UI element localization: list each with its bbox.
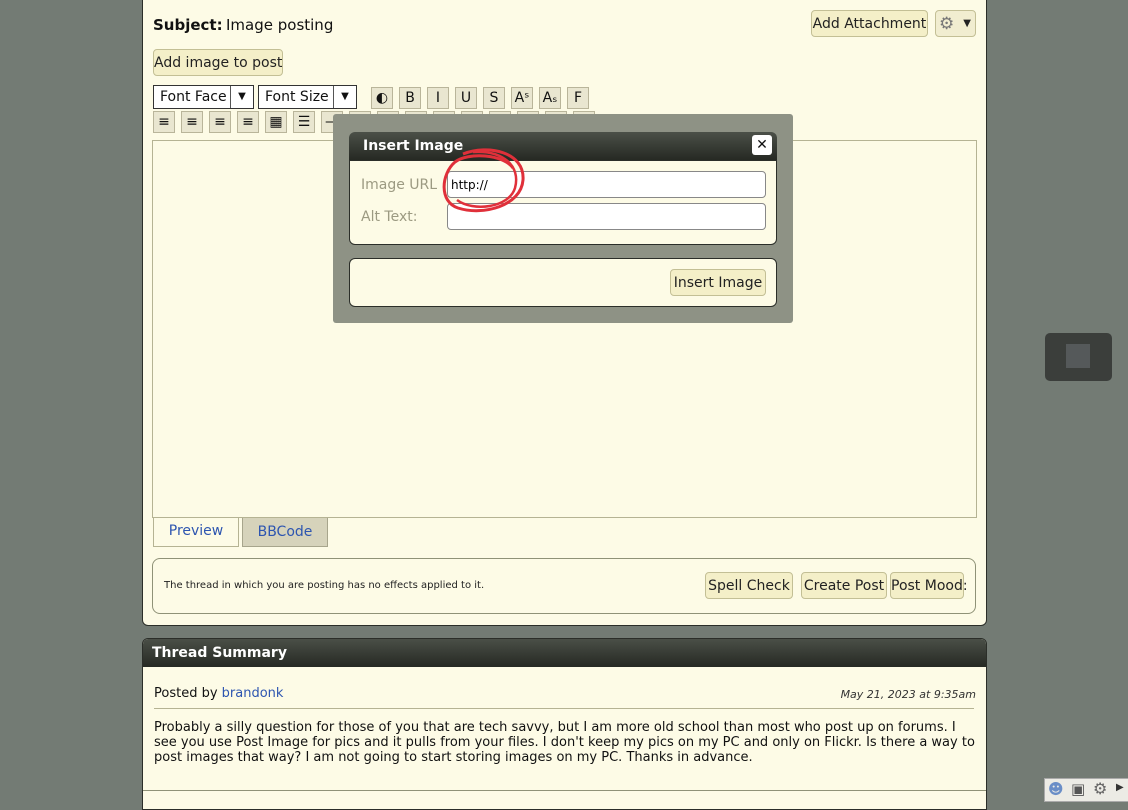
font-size-select[interactable]: Font Size ▼ <box>258 85 357 109</box>
image-url-label: Image URL <box>361 177 438 193</box>
remove-format-icon[interactable]: F <box>567 87 589 109</box>
chevron-right-icon[interactable]: ▶ <box>1116 782 1124 793</box>
effects-notice: The thread in which you are posting has … <box>164 580 485 591</box>
close-icon[interactable]: ✕ <box>752 135 772 155</box>
bullet-list-icon[interactable]: ☰ <box>293 111 315 133</box>
chevron-down-icon: ▼ <box>333 86 356 108</box>
divider <box>154 708 974 709</box>
bold-icon[interactable]: B <box>399 87 421 109</box>
font-size-label: Font Size <box>265 89 329 105</box>
subject-label: Subject: <box>153 16 223 34</box>
dialog-title: Insert Image <box>349 132 777 160</box>
chevron-down-icon: ▼ <box>230 86 253 108</box>
post-body: Probably a silly question for those of y… <box>154 720 975 765</box>
insert-image-dialog: Insert Image ✕ Image URL Alt Text: Inser… <box>333 114 793 323</box>
settings-dropdown-button[interactable]: ⚙ ▼ <box>935 10 976 37</box>
post-mood-button[interactable]: Post Mood: <box>890 572 968 599</box>
add-image-to-post-button[interactable]: Add image to post <box>153 49 283 76</box>
post-actions-box: The thread in which you are posting has … <box>152 558 976 614</box>
posted-by-line: Posted by brandonk <box>154 686 283 701</box>
underline-icon[interactable]: U <box>455 87 477 109</box>
chevron-down-icon: ▼ <box>963 18 971 29</box>
users-icon[interactable]: ☻ <box>1048 780 1064 798</box>
strikethrough-icon[interactable]: S <box>483 87 505 109</box>
create-post-button[interactable]: Create Post <box>801 572 887 599</box>
preview-thumbnail <box>1066 344 1090 368</box>
subscript-icon[interactable]: Aₛ <box>539 87 561 109</box>
justify-icon[interactable]: ≡ <box>237 111 259 133</box>
post-date: May 21, 2023 at 9:35am <box>840 688 976 701</box>
align-right-icon[interactable]: ≡ <box>209 111 231 133</box>
align-center-icon[interactable]: ≡ <box>181 111 203 133</box>
font-face-label: Font Face <box>160 89 227 105</box>
gear-icon: ⚙ <box>939 14 955 34</box>
dialog-form: Image URL Alt Text: <box>349 160 777 245</box>
author-link[interactable]: brandonk <box>222 686 284 701</box>
align-left-icon[interactable]: ≡ <box>153 111 175 133</box>
superscript-icon[interactable]: Aˢ <box>511 87 533 109</box>
table-icon[interactable]: ▦ <box>265 111 287 133</box>
gear-icon[interactable]: ⚙ <box>1093 779 1107 798</box>
insert-image-button[interactable]: Insert Image <box>670 269 766 296</box>
window-icon[interactable]: ▣ <box>1071 780 1085 798</box>
font-face-select[interactable]: Font Face ▼ <box>153 85 254 109</box>
floating-preview-card[interactable] <box>1045 333 1112 381</box>
tab-bbcode[interactable]: BBCode <box>242 517 328 547</box>
spell-check-button[interactable]: Spell Check <box>705 572 793 599</box>
color-picker-icon[interactable]: ◐ <box>371 87 393 109</box>
subject-value[interactable]: Image posting <box>226 16 333 34</box>
thread-summary-title: Thread Summary <box>143 639 986 667</box>
posted-by-label: Posted by <box>154 686 218 701</box>
thread-summary-panel: Thread Summary Posted by brandonk May 21… <box>142 638 987 810</box>
alt-text-label: Alt Text: <box>361 209 418 225</box>
add-attachment-button[interactable]: Add Attachment <box>811 10 928 37</box>
red-circle-annotation <box>442 148 525 213</box>
italic-icon[interactable]: I <box>427 87 449 109</box>
dialog-footer: Insert Image <box>349 258 777 307</box>
system-tray: ☻ ▣ ⚙ ▶ <box>1044 778 1128 802</box>
divider <box>143 790 986 791</box>
tab-preview[interactable]: Preview <box>153 517 239 547</box>
